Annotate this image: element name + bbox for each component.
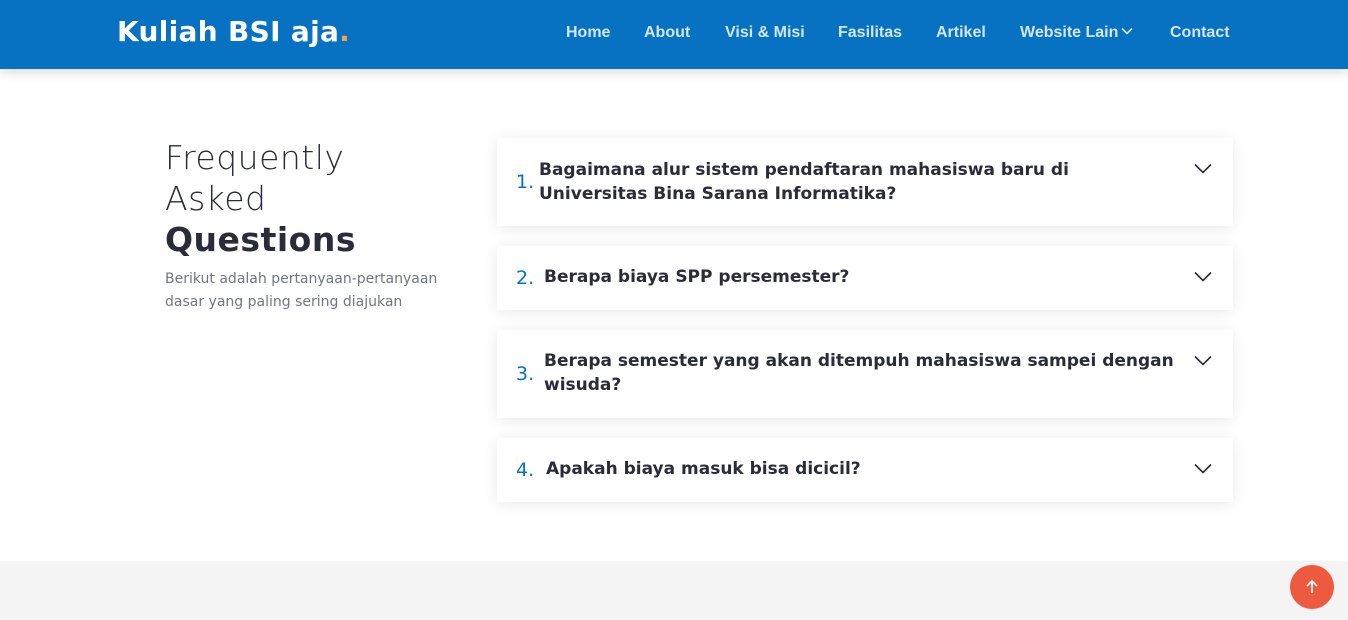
- site-header: Kuliah BSI aja. Home About Visi & Misi F…: [0, 0, 1348, 69]
- chevron-down-icon: [1121, 28, 1133, 35]
- nav-visi-misi[interactable]: Visi & Misi: [725, 24, 805, 42]
- nav-home[interactable]: Home: [566, 24, 610, 42]
- arrow-up-icon: [1306, 579, 1318, 593]
- nav-fasilitas[interactable]: Fasilitas: [838, 24, 902, 42]
- nav-website-lain[interactable]: Website Lain: [1020, 24, 1133, 42]
- next-section: [0, 561, 1348, 620]
- chevron-down-icon[interactable]: [1194, 163, 1212, 174]
- faq-question: Apakah biaya masuk bisa dicicil?: [546, 459, 861, 479]
- faq-title-line-1: Frequently: [165, 138, 345, 177]
- faq-item-4[interactable]: 4. Apakah biaya masuk bisa dicicil?: [497, 438, 1233, 502]
- faq-title: Frequently Asked Questions: [165, 137, 435, 260]
- faq-number: 2.: [516, 267, 535, 289]
- back-to-top-button[interactable]: [1290, 565, 1334, 609]
- faq-question: Bagaimana alur sistem pendaftaran mahasi…: [539, 160, 1069, 204]
- faq-number: 1.: [516, 171, 535, 193]
- nav-about[interactable]: About: [644, 24, 690, 42]
- faq-item-3[interactable]: 3. Berapa semester yang akan ditempuh ma…: [497, 330, 1233, 418]
- faq-number: 4.: [516, 459, 535, 481]
- faq-item-1[interactable]: 1. Bagaimana alur sistem pendaftaran mah…: [497, 138, 1233, 226]
- nav-contact[interactable]: Contact: [1170, 24, 1230, 42]
- faq-title-line-2: Asked: [165, 179, 267, 218]
- faq-subtitle: Berikut adalah pertanyaan-pertanyaan das…: [165, 271, 438, 310]
- chevron-down-icon[interactable]: [1194, 355, 1212, 366]
- faq-title-line-3: Questions: [165, 220, 356, 259]
- nav-website-lain-label: Website Lain: [1020, 24, 1119, 41]
- chevron-down-icon[interactable]: [1194, 463, 1212, 474]
- faq-item-2[interactable]: 2. Berapa biaya SPP persemester?: [497, 246, 1233, 310]
- faq-question: Berapa biaya SPP persemester?: [544, 267, 850, 287]
- faq-number: 3.: [516, 363, 535, 385]
- faq-question: Berapa semester yang akan ditempuh mahas…: [544, 351, 1174, 395]
- nav-artikel[interactable]: Artikel: [936, 24, 986, 42]
- chevron-down-icon[interactable]: [1194, 271, 1212, 282]
- main-nav: Home About Visi & Misi Fasilitas Artikel…: [0, 24, 1348, 44]
